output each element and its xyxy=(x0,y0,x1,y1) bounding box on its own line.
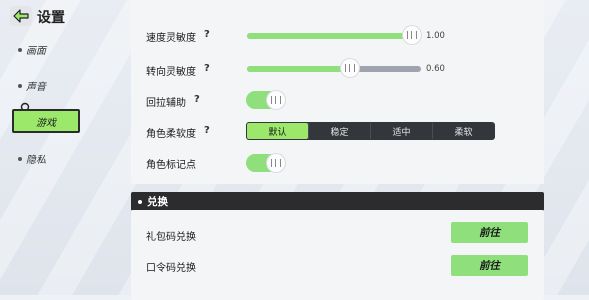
sidebar-item-label: 画面 xyxy=(26,46,46,57)
character-softness-selector: 默认 稳定 适中 柔软 xyxy=(246,122,495,140)
gift-code-label: 礼包码兑换 xyxy=(146,232,196,243)
speed-sensitivity-value: 1.00 xyxy=(426,31,445,41)
sidebar-item-game[interactable]: 游戏 xyxy=(12,109,80,133)
bullet-icon xyxy=(18,156,22,161)
turn-sensitivity-label: 转向灵敏度 xyxy=(146,67,196,78)
turn-sensitivity-value: 0.60 xyxy=(426,64,445,74)
password-code-label: 口令码兑换 xyxy=(146,263,196,274)
help-icon[interactable]: ? xyxy=(204,29,210,40)
slider-handle[interactable] xyxy=(340,59,359,77)
bullet-icon xyxy=(18,83,22,88)
pullback-assist-label: 回拉辅助 xyxy=(146,98,186,109)
help-icon[interactable]: ? xyxy=(204,125,210,136)
toggle-handle xyxy=(267,154,285,172)
softness-option-medium[interactable]: 适中 xyxy=(370,123,432,139)
slider-fill xyxy=(247,66,350,72)
back-button[interactable] xyxy=(10,6,32,26)
softness-option-stable[interactable]: 稳定 xyxy=(308,123,370,139)
bullet-icon xyxy=(138,200,142,204)
page-title: 设置 xyxy=(37,10,65,26)
slider-fill xyxy=(247,33,412,39)
character-softness-label: 角色柔软度 xyxy=(146,129,196,140)
turn-sensitivity-slider[interactable] xyxy=(247,59,421,77)
character-marker-label: 角色标记点 xyxy=(146,160,196,171)
section-header: 兑换 xyxy=(131,192,544,211)
help-icon[interactable]: ? xyxy=(204,63,210,74)
bullet-icon xyxy=(18,47,22,52)
sidebar-item-display[interactable]: 画面 xyxy=(18,42,46,57)
softness-option-soft[interactable]: 柔软 xyxy=(432,123,494,139)
password-code-go-button[interactable]: 前往 xyxy=(451,255,528,276)
back-arrow-icon xyxy=(13,9,29,23)
toggle-handle xyxy=(267,91,285,109)
section-title: 兑换 xyxy=(147,196,168,208)
pullback-assist-toggle[interactable] xyxy=(246,91,286,109)
sidebar-item-label: 隐私 xyxy=(26,155,46,166)
sidebar-item-label: 游戏 xyxy=(36,117,56,129)
gift-code-go-button[interactable]: 前往 xyxy=(451,222,528,243)
sidebar-item-privacy[interactable]: 隐私 xyxy=(18,151,46,166)
speed-sensitivity-label: 速度灵敏度 xyxy=(146,33,196,44)
help-icon[interactable]: ? xyxy=(194,94,200,105)
slider-handle[interactable] xyxy=(403,26,421,44)
softness-option-default[interactable]: 默认 xyxy=(247,123,308,139)
sidebar-item-label: 声音 xyxy=(26,82,46,93)
speed-sensitivity-slider[interactable] xyxy=(247,26,421,44)
character-marker-toggle[interactable] xyxy=(246,154,286,172)
sidebar-item-sound[interactable]: 声音 xyxy=(18,78,46,93)
